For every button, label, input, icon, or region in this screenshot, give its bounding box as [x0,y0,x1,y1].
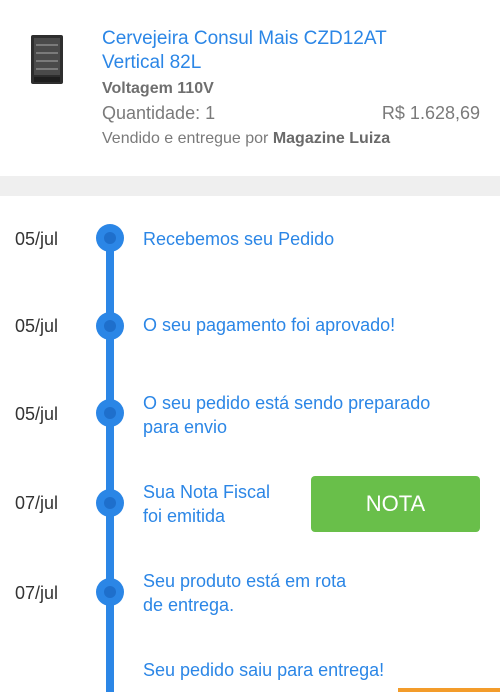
fridge-icon [31,35,63,84]
product-price: R$ 1.628,69 [381,103,480,123]
event-text-line1: Seu produto está em rota [143,571,347,591]
product-voltage: Voltagem 110V [102,80,214,97]
section-divider [0,176,500,196]
bottom-accent-bar [398,688,500,692]
event-date: 05/jul [15,316,59,336]
timeline-dot-icon [96,578,124,606]
event-text: Seu pedido saiu para entrega! [143,658,384,682]
event-text-line2: para envio [143,417,228,437]
event-text-line1: O seu pedido está sendo preparado [143,393,431,413]
product-title-line2: Vertical 82L [102,52,202,73]
product-title-line1: Cervejeira Consul Mais CZD12AT [102,28,387,49]
order-timeline: 05/jul Recebemos seu Pedido 05/jul O seu… [0,196,500,692]
event-text-line1: Sua Nota Fiscal [143,482,271,502]
event-text: O seu pagamento foi aprovado! [143,313,395,337]
seller-info: Vendido e entregue por Magazine Luiza [102,130,390,148]
event-text: O seu pedido está sendo preparado para e… [143,391,430,439]
seller-name: Magazine Luiza [272,130,391,147]
event-date: 05/jul [15,229,59,249]
timeline-dot-icon [96,312,124,340]
timeline-dot-icon [96,224,124,252]
nota-button[interactable]: NOTA [311,476,480,532]
event-text: Sua Nota Fiscal foi emitida [143,480,270,528]
event-date: 05/jul [15,404,59,424]
product-card: Cervejeira Consul Mais CZD12AT Vertical … [0,0,500,176]
timeline-line [106,236,114,692]
event-text: Recebemos seu Pedido [143,227,334,251]
event-text-line2: de entrega. [143,595,235,615]
timeline-dot-icon [96,489,124,517]
seller-prefix: Vendido e entregue por [102,130,269,147]
event-text-line1: Seu pedido saiu para entrega! [143,660,385,680]
event-date: 07/jul [15,493,59,513]
product-title[interactable]: Cervejeira Consul Mais CZD12AT Vertical … [102,27,482,75]
timeline-dot-icon [96,399,124,427]
event-text-line2: foi emitida [143,506,226,526]
event-text: Seu produto está em rota de entrega. [143,569,346,617]
event-text-line1: O seu pagamento foi aprovado! [143,315,396,335]
event-text-line1: Recebemos seu Pedido [143,229,335,249]
event-date: 07/jul [15,583,59,603]
product-quantity: Quantidade: 1 [102,103,216,123]
